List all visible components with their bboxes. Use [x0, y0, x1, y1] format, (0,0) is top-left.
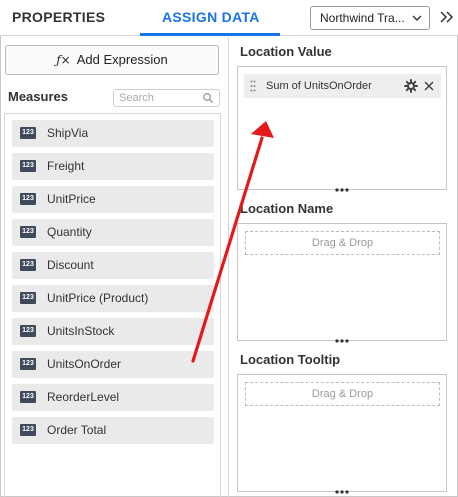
measure-label: Quantity [47, 225, 92, 239]
numeric-type-icon: 123 [20, 259, 36, 271]
measures-panel: ƒ× Add Expression Measures Search 123 Shi… [0, 37, 229, 497]
measure-item-discount[interactable]: 123 Discount [12, 252, 214, 279]
assign-data-sections: Location Value Sum of UnitsOnOrder Locat… [229, 37, 458, 497]
measure-item-unitsinstock[interactable]: 123 UnitsInStock [12, 318, 214, 345]
resize-handle-icon[interactable] [335, 490, 349, 494]
location-tooltip-drop-area[interactable]: Drag & Drop [237, 374, 447, 492]
measure-label: Order Total [47, 423, 107, 437]
measure-label: ShipVia [47, 126, 89, 140]
measure-item-reorderlevel[interactable]: 123 ReorderLevel [12, 384, 214, 411]
tab-properties[interactable]: PROPERTIES [12, 0, 105, 36]
tab-assign-data[interactable]: ASSIGN DATA [162, 0, 260, 36]
measure-label: UnitPrice [47, 192, 96, 206]
numeric-type-icon: 123 [20, 424, 36, 436]
panel-header: PROPERTIES ASSIGN DATA Northwind Tra... [0, 0, 458, 36]
assigned-field-label: Sum of UnitsOnOrder [266, 80, 372, 92]
add-expression-label: Add Expression [76, 52, 168, 67]
drag-handle-icon[interactable] [250, 80, 256, 92]
measure-item-freight[interactable]: 123 Freight [12, 153, 214, 180]
double-chevron-right-icon[interactable] [438, 9, 454, 25]
location-value-heading: Location Value [240, 44, 332, 59]
numeric-type-icon: 123 [20, 325, 36, 337]
measure-label: UnitsInStock [47, 324, 115, 338]
location-tooltip-heading: Location Tooltip [240, 352, 341, 367]
measure-label: Discount [47, 258, 94, 272]
numeric-type-icon: 123 [20, 292, 36, 304]
add-expression-button[interactable]: ƒ× Add Expression [5, 45, 219, 75]
location-name-drop-area[interactable]: Drag & Drop [237, 223, 447, 341]
numeric-type-icon: 123 [20, 226, 36, 238]
measure-label: ReorderLevel [47, 390, 120, 404]
measures-list: 123 ShipVia 123 Freight 123 UnitPrice 12… [4, 113, 221, 497]
measure-item-unitprice[interactable]: 123 UnitPrice [12, 186, 214, 213]
gear-icon[interactable] [404, 79, 418, 93]
measure-label: Freight [47, 159, 85, 173]
close-icon[interactable] [423, 80, 435, 92]
measure-item-quantity[interactable]: 123 Quantity [12, 219, 214, 246]
measure-item-unitprice-product[interactable]: 123 UnitPrice (Product) [12, 285, 214, 312]
numeric-type-icon: 123 [20, 391, 36, 403]
search-placeholder: Search [119, 92, 154, 104]
measures-heading: Measures [8, 89, 68, 104]
search-icon [203, 93, 214, 104]
location-name-heading: Location Name [240, 201, 334, 216]
resize-handle-icon[interactable] [335, 188, 349, 192]
numeric-type-icon: 123 [20, 358, 36, 370]
measure-item-shipvia[interactable]: 123 ShipVia [12, 120, 214, 147]
chevron-down-icon [412, 15, 422, 21]
active-tab-indicator [140, 33, 280, 36]
drag-drop-placeholder: Drag & Drop [245, 382, 440, 406]
datasource-dropdown[interactable]: Northwind Tra... [310, 6, 430, 30]
location-value-drop-area[interactable]: Sum of UnitsOnOrder [237, 66, 447, 190]
function-icon: ƒ× [56, 53, 71, 67]
assigned-field-chip[interactable]: Sum of UnitsOnOrder [244, 74, 441, 98]
numeric-type-icon: 123 [20, 160, 36, 172]
numeric-type-icon: 123 [20, 193, 36, 205]
measure-label: UnitsOnOrder [47, 357, 122, 371]
measure-label: UnitPrice (Product) [47, 291, 149, 305]
measure-item-order-total[interactable]: 123 Order Total [12, 417, 214, 444]
drag-drop-placeholder: Drag & Drop [245, 231, 440, 255]
datasource-value: Northwind Tra... [320, 11, 405, 25]
measure-item-unitsonorder[interactable]: 123 UnitsOnOrder [12, 351, 214, 378]
measures-search-input[interactable]: Search [113, 89, 220, 107]
resize-handle-icon[interactable] [335, 339, 349, 343]
numeric-type-icon: 123 [20, 127, 36, 139]
